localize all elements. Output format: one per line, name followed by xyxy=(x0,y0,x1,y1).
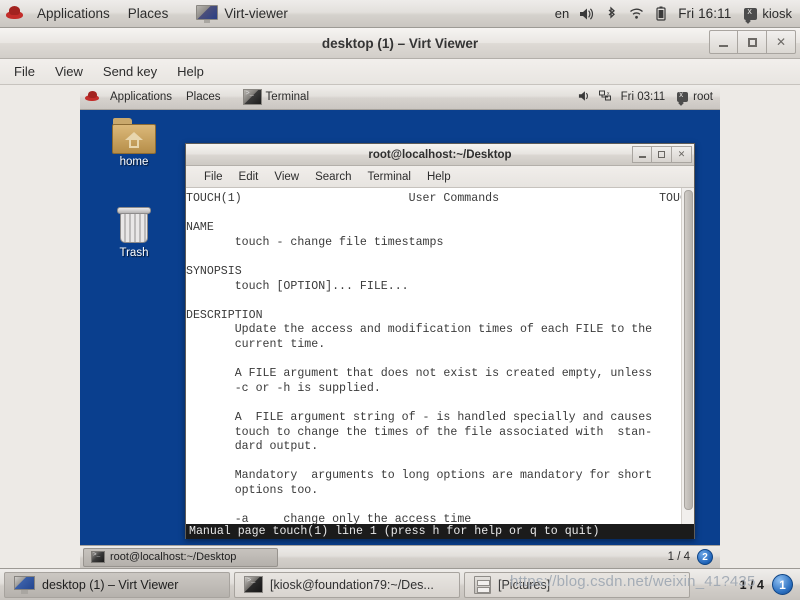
menu-places[interactable]: Places xyxy=(119,1,178,27)
network-disconnected-icon[interactable]: x xyxy=(598,90,613,105)
terminal-close-button[interactable]: ✕ xyxy=(672,146,692,163)
taskbar-item-label: [Pictures] xyxy=(498,577,551,592)
bluetooth-icon[interactable] xyxy=(603,5,619,23)
screen: Applications Places Virt-viewer en Fri 1… xyxy=(0,0,800,600)
guest-clock[interactable]: Fri 03:11 xyxy=(621,91,666,103)
terminal-menu-help[interactable]: Help xyxy=(419,167,459,187)
guest-top-panel: Applications Places Terminal x xyxy=(80,85,720,110)
terminal-menu-view[interactable]: View xyxy=(266,167,307,187)
terminal-menubar: File Edit View Search Terminal Help xyxy=(186,166,694,188)
taskbar-item-pictures[interactable]: [Pictures] xyxy=(464,571,690,598)
menu-view[interactable]: View xyxy=(45,60,93,84)
terminal-menu-search[interactable]: Search xyxy=(307,167,359,187)
host-workspace-switcher[interactable]: 1 xyxy=(772,574,793,595)
terminal-minimize-button[interactable] xyxy=(632,146,652,163)
volume-icon[interactable] xyxy=(578,5,594,23)
guest-taskbar-item-terminal[interactable]: root@localhost:~/Desktop xyxy=(83,547,278,567)
desktop-icon-label: home xyxy=(119,156,149,168)
virt-viewer-menubar: File View Send key Help xyxy=(0,59,800,85)
host-workspace-count: 1 / 4 xyxy=(739,577,764,592)
terminal-scrollbar-thumb[interactable] xyxy=(684,190,693,510)
trash-icon xyxy=(114,205,154,245)
taskbar-item-label: desktop (1) – Virt Viewer xyxy=(42,577,179,592)
guest-workspace-switcher[interactable]: 2 xyxy=(697,549,713,565)
desktop-icon-label: Trash xyxy=(119,247,149,259)
guest-user-name: root xyxy=(693,91,713,103)
host-bottom-panel: desktop (1) – Virt Viewer [kiosk@foundat… xyxy=(0,568,800,600)
guest-user-menu[interactable]: root xyxy=(673,90,713,103)
monitor-icon xyxy=(14,575,35,594)
desktop-icon-home[interactable]: home xyxy=(102,118,166,168)
keyboard-layout-indicator[interactable]: en xyxy=(555,6,569,21)
wifi-icon[interactable] xyxy=(628,5,644,23)
terminal-menu-terminal[interactable]: Terminal xyxy=(360,167,419,187)
terminal-maximize-button[interactable] xyxy=(652,146,672,163)
menu-send-key[interactable]: Send key xyxy=(93,60,167,84)
guest-taskbar-right: 1 / 4 2 xyxy=(668,549,717,565)
redhat-logo-icon xyxy=(6,5,23,22)
file-manager-icon xyxy=(474,575,491,594)
terminal-icon xyxy=(242,89,262,105)
terminal-icon xyxy=(91,551,105,563)
virt-viewer-titlebar[interactable]: desktop (1) – Virt Viewer ✕ xyxy=(0,28,800,59)
system-tray: en Fri 16:11 kiosk xyxy=(555,5,800,23)
terminal-window-controls: ✕ xyxy=(632,146,692,163)
guest-window-button-label: Terminal xyxy=(265,91,310,103)
terminal-scrollbar[interactable] xyxy=(681,188,694,539)
guest-system-tray: x Fri 03:11 root xyxy=(578,90,720,105)
guest-menu-applications[interactable]: Applications xyxy=(103,86,179,109)
terminal-menu-file[interactable]: File xyxy=(196,167,231,187)
volume-icon[interactable] xyxy=(578,90,591,105)
redhat-logo-icon xyxy=(85,90,99,104)
guest-desktop-view: Applications Places Terminal x xyxy=(80,85,720,568)
guest-taskbar: root@localhost:~/Desktop 1 / 4 2 xyxy=(80,545,720,568)
guest-menu-places[interactable]: Places xyxy=(179,86,228,109)
terminal-menu-edit[interactable]: Edit xyxy=(231,167,267,187)
terminal-man-page-text: TOUCH(1) User Commands TOUCH(1) NAME tou… xyxy=(186,192,681,527)
guest-taskbar-item-label: root@localhost:~/Desktop xyxy=(110,551,237,563)
terminal-window-title: root@localhost:~/Desktop xyxy=(368,148,512,161)
guest-desktop-area[interactable]: home Trash root@localhost:~/Desktop ✕ Fi… xyxy=(80,110,720,545)
desktop-icon-trash[interactable]: Trash xyxy=(102,205,166,259)
battery-icon[interactable] xyxy=(653,5,669,23)
menu-help[interactable]: Help xyxy=(167,60,214,84)
taskbar-item-kiosk-terminal[interactable]: [kiosk@foundation79:~/Des... xyxy=(234,571,460,598)
clock[interactable]: Fri 16:11 xyxy=(678,6,731,21)
host-top-panel: Applications Places Virt-viewer en Fri 1… xyxy=(0,0,800,28)
terminal-status-line: Manual page touch(1) line 1 (press h for… xyxy=(186,524,694,539)
minimize-button[interactable] xyxy=(709,30,738,54)
taskbar-item-virt-viewer[interactable]: desktop (1) – Virt Viewer xyxy=(4,571,230,598)
guest-workspace-count: 1 / 4 xyxy=(667,551,690,563)
window-button-label: Virt-viewer xyxy=(224,6,288,21)
menu-file[interactable]: File xyxy=(4,60,45,84)
menu-applications[interactable]: Applications xyxy=(28,1,119,27)
host-taskbar-right: 1 / 4 1 xyxy=(740,574,796,595)
monitor-icon xyxy=(195,4,219,24)
message-icon xyxy=(677,90,689,102)
taskbar-item-label: [kiosk@foundation79:~/Des... xyxy=(270,577,434,592)
taskbar-window-virt-viewer[interactable]: Virt-viewer xyxy=(189,1,294,27)
terminal-icon xyxy=(244,576,263,593)
window-controls: ✕ xyxy=(709,30,796,54)
user-name: kiosk xyxy=(762,6,792,21)
window-title: desktop (1) – Virt Viewer xyxy=(321,35,479,51)
message-icon xyxy=(744,6,758,20)
terminal-body[interactable]: TOUCH(1) User Commands TOUCH(1) NAME tou… xyxy=(186,188,694,539)
terminal-titlebar[interactable]: root@localhost:~/Desktop ✕ xyxy=(186,144,694,166)
guest-taskbar-window-terminal[interactable]: Terminal xyxy=(238,86,314,109)
user-menu[interactable]: kiosk xyxy=(740,6,792,21)
home-folder-icon xyxy=(112,118,156,154)
terminal-window: root@localhost:~/Desktop ✕ File Edit Vie… xyxy=(185,143,695,539)
close-button[interactable]: ✕ xyxy=(767,30,796,54)
maximize-button[interactable] xyxy=(738,30,767,54)
